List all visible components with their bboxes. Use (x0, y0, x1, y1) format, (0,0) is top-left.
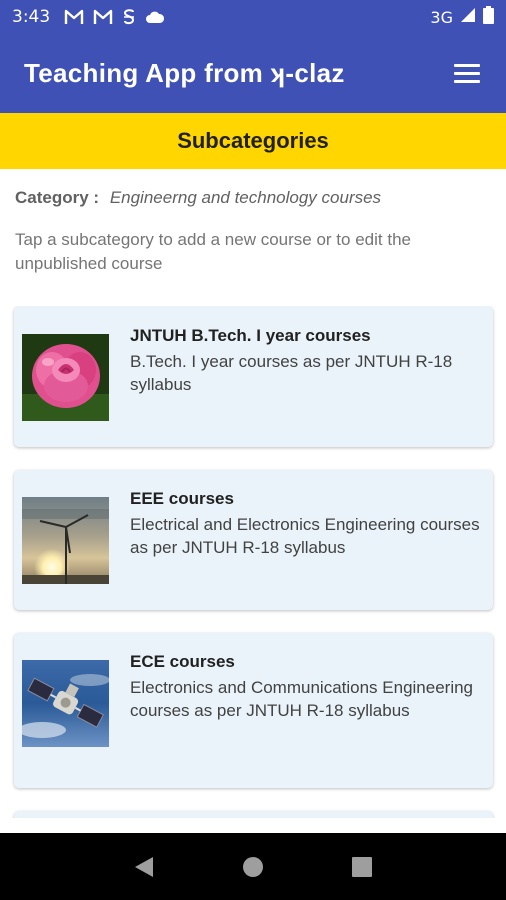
navigation-bar (0, 833, 506, 900)
app-bar: Teaching App from ʞ-claz (0, 34, 506, 113)
instruction-text: Tap a subcategory to add a new course or… (15, 230, 411, 273)
subcategory-card-eee[interactable]: EEE courses Electrical and Electronics E… (14, 470, 493, 610)
signal-icon (460, 7, 476, 28)
category-label: Category : (15, 188, 100, 207)
category-info: Category : Engineerng and technology cou… (15, 188, 381, 208)
subcategory-description: Electronics and Communications Engineeri… (130, 678, 474, 720)
subcategory-description: B.Tech. I year courses as per JNTUH R-18… (130, 352, 453, 394)
network-type-label: 3G (430, 7, 453, 27)
back-icon[interactable] (124, 847, 164, 887)
wind-turbine-sunset-image (22, 497, 109, 584)
recents-icon[interactable] (342, 847, 382, 887)
gmail-icon (64, 9, 84, 25)
pink-rose-image (22, 334, 109, 421)
subcategory-title: JNTUH B.Tech. I year courses (130, 326, 371, 345)
subcategory-card-partial[interactable] (14, 811, 493, 818)
subcategory-title: EEE courses (130, 489, 234, 508)
battery-icon (483, 5, 494, 29)
hamburger-menu-icon[interactable] (454, 58, 486, 90)
subcategory-card-btech[interactable]: JNTUH B.Tech. I year courses B.Tech. I y… (14, 306, 493, 447)
app-title: Teaching App from ʞ-claz (24, 58, 345, 88)
satellite-image (22, 660, 109, 747)
gmail-icon (93, 9, 113, 25)
subcategory-title: ECE courses (130, 652, 235, 671)
cloud-icon (145, 10, 165, 24)
category-value: Engineerng and technology courses (109, 188, 382, 207)
home-icon[interactable] (233, 847, 273, 887)
subcategories-title: Subcategories (177, 128, 329, 153)
status-bar: 3:43 3G (0, 0, 506, 34)
subcategory-list: JNTUH B.Tech. I year courses B.Tech. I y… (0, 306, 506, 818)
subcategory-card-ece[interactable]: ECE courses Electronics and Communicatio… (14, 633, 493, 788)
s-app-icon (122, 8, 136, 26)
subcategories-header: Subcategories (0, 113, 506, 169)
status-time: 3:43 (12, 7, 51, 27)
subcategory-description: Electrical and Electronics Engineering c… (130, 515, 480, 557)
